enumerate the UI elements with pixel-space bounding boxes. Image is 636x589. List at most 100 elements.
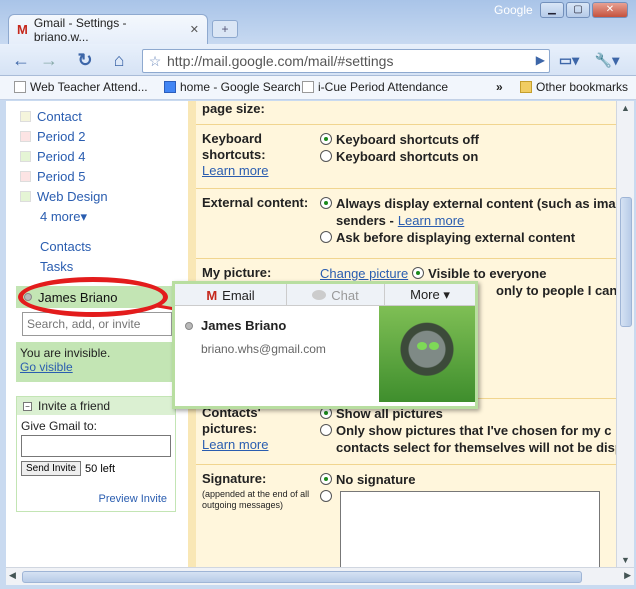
card-tabs: M Email Chat More ▾ [175, 284, 475, 306]
address-bar[interactable]: ☆ ▶ [142, 49, 550, 73]
kitten-eye [417, 342, 427, 350]
radio-icon[interactable] [412, 267, 425, 279]
radio-icon[interactable] [320, 490, 332, 502]
invite-header[interactable]: − Invite a friend [17, 397, 175, 415]
radio-icon[interactable] [320, 197, 332, 209]
no-signature-option[interactable]: No signature [320, 471, 616, 488]
bookmark-item[interactable]: home - Google Search [164, 80, 301, 94]
go-visible-link[interactable]: Go visible [20, 360, 172, 374]
card-email-tab[interactable]: M Email [175, 284, 287, 306]
label-color-swatch [20, 131, 31, 142]
highlight-ellipse [18, 277, 168, 317]
label-period-4[interactable]: Period 4 [20, 149, 85, 164]
radio-icon[interactable] [320, 133, 332, 145]
star-icon[interactable]: ☆ [143, 53, 167, 70]
show-chosen-pictures-option[interactable]: Only show pictures that I've chosen for … [320, 422, 616, 439]
browser-tab[interactable]: M Gmail - Settings - briano.w... ✕ [8, 14, 208, 44]
collapse-icon[interactable]: − [23, 401, 32, 411]
external-ask-option[interactable]: Ask before displaying external content [320, 229, 616, 246]
home-button[interactable]: ⌂ [106, 49, 132, 71]
folder-icon [520, 81, 532, 93]
scroll-left-icon[interactable]: ◀ [9, 570, 16, 581]
contact-hover-card: M Email Chat More ▾ James Briano briano.… [172, 281, 478, 409]
bookmark-item[interactable]: Web Teacher Attend... [14, 80, 148, 94]
radio-icon[interactable] [320, 231, 332, 243]
horizontal-scrollbar[interactable]: ◀ ▶ [6, 567, 634, 585]
status-dot-icon [185, 321, 193, 330]
keyboard-learn-more-link[interactable]: Learn more [202, 163, 312, 179]
vertical-scrollbar[interactable]: ▲ ▼ [616, 101, 634, 567]
bookmarks-overflow-button[interactable]: » [496, 80, 503, 94]
google-label: Google [494, 3, 533, 17]
scroll-up-icon[interactable]: ▲ [621, 103, 630, 113]
contacts-pictures-learn-more-link[interactable]: Learn more [202, 437, 312, 453]
page-icon [302, 81, 314, 93]
maximize-button[interactable]: ▢ [566, 2, 590, 18]
keyboard-off-option[interactable]: Keyboard shortcuts off [320, 131, 616, 148]
card-more-tab[interactable]: More ▾ [385, 284, 475, 306]
radio-icon[interactable] [320, 150, 332, 162]
wrench-menu-button[interactable]: 🔧▾ [594, 49, 620, 71]
other-bookmarks-button[interactable]: Other bookmarks [520, 80, 628, 94]
radio-icon[interactable] [320, 473, 332, 485]
label-color-swatch [20, 111, 31, 122]
gmail-icon: M [206, 287, 218, 303]
card-contact-email: briano.whs@gmail.com [201, 342, 326, 356]
external-learn-more-link[interactable]: Learn more [398, 212, 464, 229]
send-invite-button[interactable]: Send Invite [21, 461, 82, 476]
window-titlebar: M Gmail - Settings - briano.w... ✕ + Goo… [0, 0, 636, 44]
contacts-link[interactable]: Contacts [40, 239, 91, 254]
kitten-eye [429, 342, 439, 350]
radio-icon[interactable] [320, 424, 332, 436]
vertical-scroll-thumb[interactable] [620, 197, 632, 327]
gmail-icon: M [17, 22, 28, 37]
tasks-link[interactable]: Tasks [40, 259, 73, 274]
forward-button[interactable]: → [36, 49, 62, 71]
scroll-right-icon[interactable]: ▶ [624, 570, 631, 581]
label-period-2[interactable]: Period 2 [20, 129, 85, 144]
page-menu-button[interactable]: ▭▾ [556, 49, 582, 71]
page-icon [14, 81, 26, 93]
card-contact-name: James Briano [185, 318, 286, 333]
page-size-row: page size: [196, 101, 616, 125]
label-color-swatch [20, 191, 31, 202]
left-sidebar: Contact Period 2 Period 4 Period 5 Web D… [6, 101, 186, 567]
scroll-down-icon[interactable]: ▼ [621, 555, 630, 565]
tab-title: Gmail - Settings - briano.w... [33, 15, 127, 44]
close-window-button[interactable]: ✕ [592, 2, 628, 18]
url-input[interactable] [167, 53, 517, 69]
invite-panel: − Invite a friend Give Gmail to: Send In… [16, 396, 176, 512]
reload-button[interactable]: ↻ [72, 49, 98, 71]
more-labels-link[interactable]: 4 more▾ [40, 209, 87, 225]
signature-row: Signature: (appended at the end of all o… [196, 465, 616, 567]
preview-invite-link[interactable]: Preview Invite [99, 493, 167, 505]
label-web-design[interactable]: Web Design [20, 189, 108, 204]
label-contact[interactable]: Contact [20, 109, 82, 124]
external-content-row: External content: Always display externa… [196, 189, 616, 259]
bookmark-item[interactable]: i-Cue Period Attendance [302, 80, 448, 94]
invite-email-input[interactable] [21, 435, 171, 457]
label-color-swatch [20, 171, 31, 182]
chat-bubble-icon [312, 290, 327, 300]
label-period-5[interactable]: Period 5 [20, 169, 85, 184]
signature-textarea[interactable] [340, 491, 600, 567]
invisible-status-box: You are invisible. Go visible [16, 342, 176, 382]
card-chat-tab[interactable]: Chat [287, 284, 385, 306]
change-picture-link[interactable]: Change picture [320, 265, 408, 282]
go-icon[interactable]: ▶ [536, 53, 545, 67]
back-button[interactable]: ← [8, 49, 34, 71]
label-color-swatch [20, 151, 31, 162]
tab-close-icon[interactable]: ✕ [190, 23, 199, 36]
contact-photo [379, 306, 475, 402]
keyboard-shortcuts-row: Keyboard shortcuts: Learn more Keyboard … [196, 125, 616, 189]
invites-left-count: 50 left [85, 462, 116, 475]
external-always-option[interactable]: Always display external content (such as… [320, 195, 616, 212]
keyboard-on-option[interactable]: Keyboard shortcuts on [320, 148, 616, 165]
horizontal-scroll-thumb[interactable] [22, 571, 582, 583]
give-gmail-label: Give Gmail to: [21, 419, 98, 433]
invisible-status-text: You are invisible. [20, 346, 111, 360]
new-tab-button[interactable]: + [212, 20, 238, 38]
minimize-button[interactable]: ▁ [540, 2, 564, 18]
bookmarks-bar: Web Teacher Attend... home - Google Sear… [0, 76, 636, 100]
google-icon [164, 81, 176, 93]
